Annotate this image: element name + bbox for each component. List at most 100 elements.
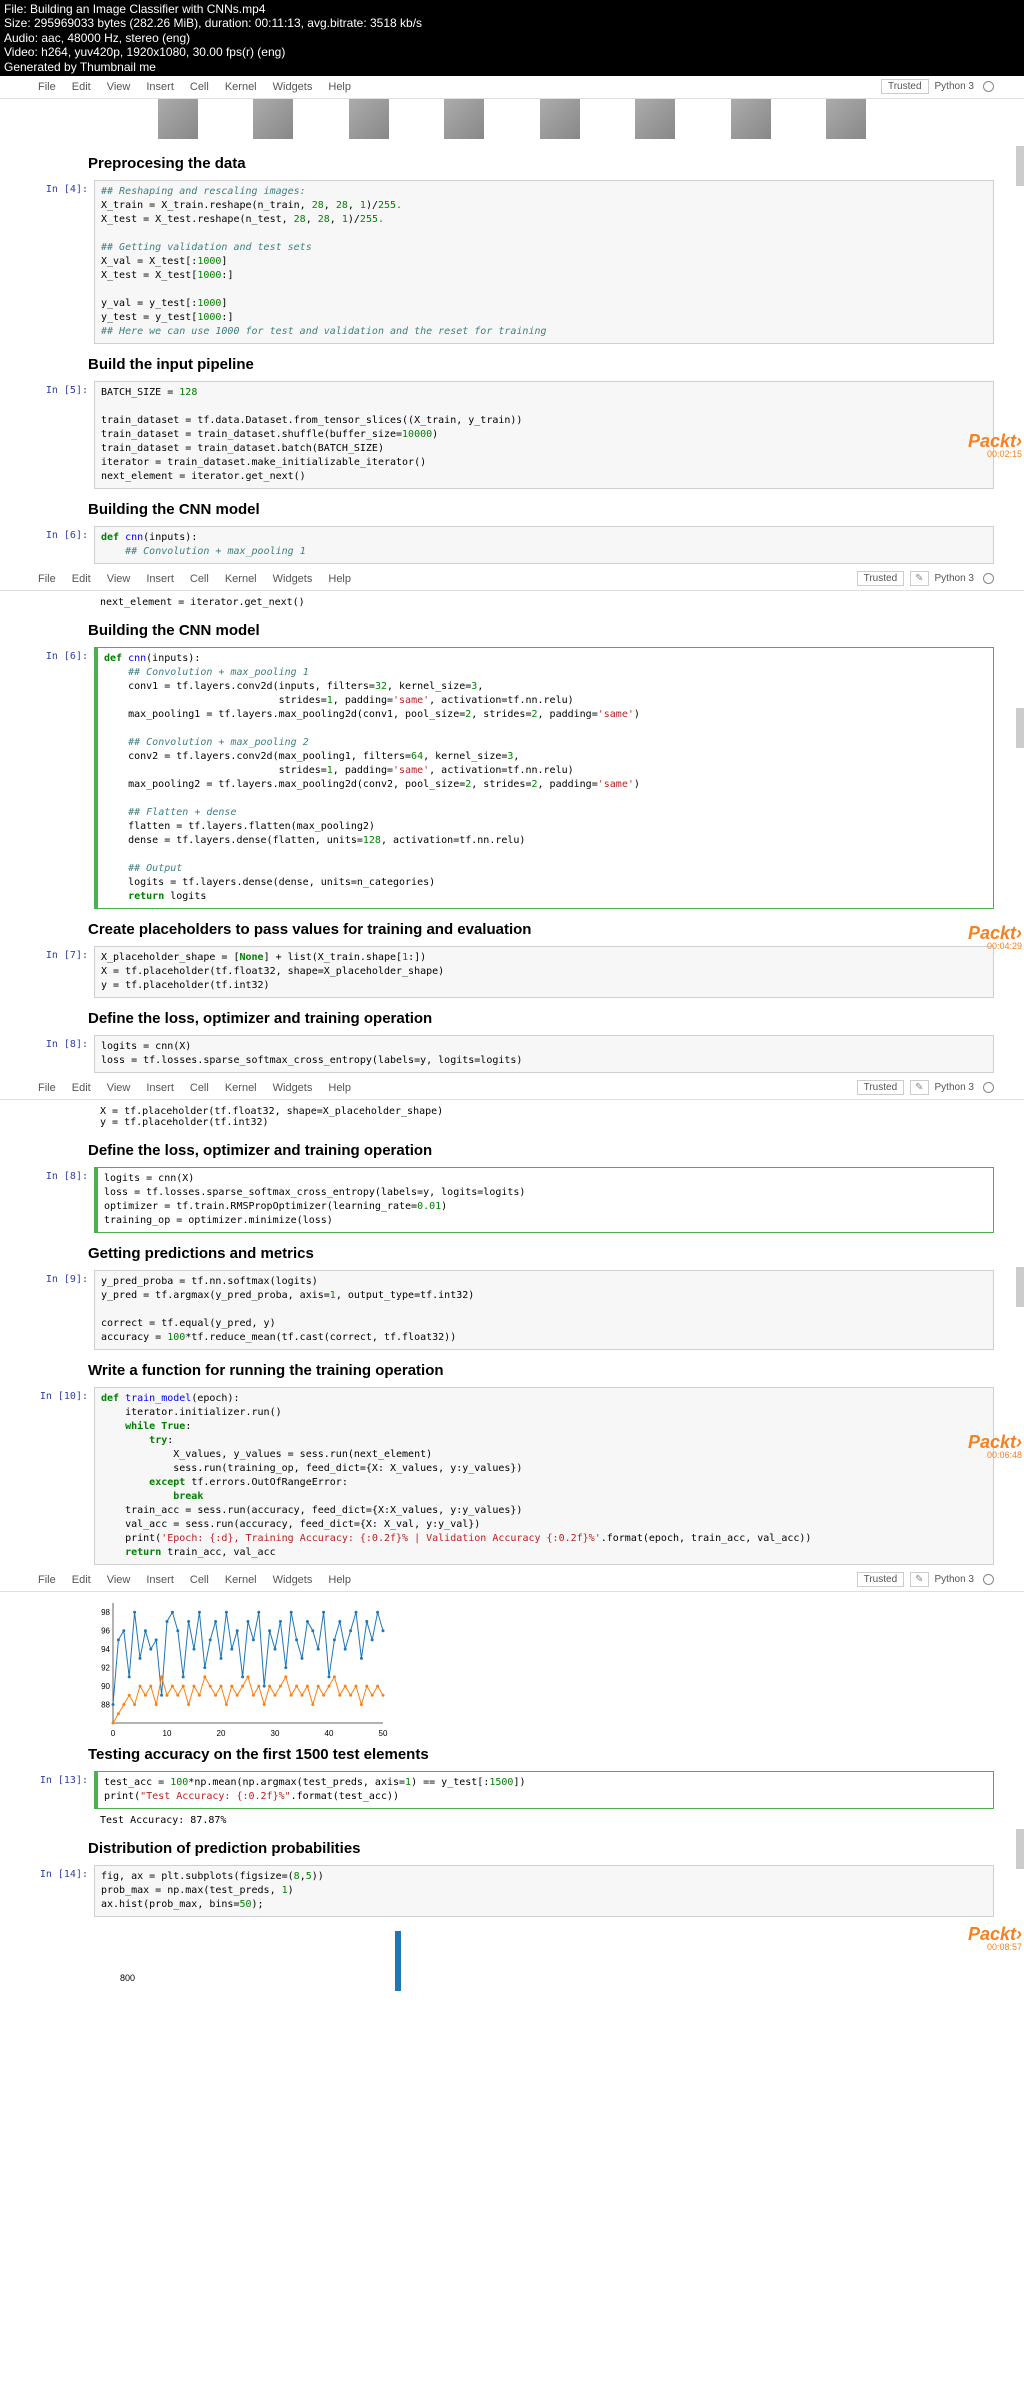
output-13: Test Accuracy: 87.87% xyxy=(94,1813,994,1828)
scrollbar-thumb[interactable] xyxy=(1016,1267,1024,1307)
menu-edit[interactable]: Edit xyxy=(64,1571,99,1589)
thumb-item xyxy=(826,99,866,139)
heading-pipeline: Build the input pipeline xyxy=(30,348,994,377)
menu-edit[interactable]: Edit xyxy=(64,570,99,588)
code-cell-6-partial[interactable]: def cnn(inputs): ## Convolution + max_po… xyxy=(94,526,994,564)
menu-widgets[interactable]: Widgets xyxy=(265,1571,321,1589)
trusted-badge[interactable]: Trusted xyxy=(881,79,929,94)
code-cell-8[interactable]: logits = cnn(X) loss = tf.losses.sparse_… xyxy=(94,1167,994,1233)
menu-view[interactable]: View xyxy=(99,78,139,96)
code-cell-13[interactable]: test_acc = 100*np.mean(np.argmax(test_pr… xyxy=(94,1771,994,1809)
menu-insert[interactable]: Insert xyxy=(138,1079,182,1097)
menu-file[interactable]: File xyxy=(30,1079,64,1097)
edit-icon[interactable]: ✎ xyxy=(910,571,928,586)
prompt-in4: In [4]: xyxy=(30,180,94,344)
prompt-in14: In [14]: xyxy=(30,1865,94,1917)
prompt-in9: In [9]: xyxy=(30,1270,94,1350)
timestamp-2: 00:04:29 xyxy=(987,941,1022,951)
kernel-indicator[interactable]: Python 3 xyxy=(935,1082,974,1093)
menu-widgets[interactable]: Widgets xyxy=(265,78,321,96)
menu-view[interactable]: View xyxy=(99,570,139,588)
menu-edit[interactable]: Edit xyxy=(64,1079,99,1097)
heading-placeholders: Create placeholders to pass values for t… xyxy=(30,913,994,942)
prompt-in10: In [10]: xyxy=(30,1387,94,1565)
scrollbar-thumb[interactable] xyxy=(1016,1829,1024,1869)
jupyter-menubar: File Edit View Insert Cell Kernel Widget… xyxy=(0,568,1024,591)
menu-insert[interactable]: Insert xyxy=(138,570,182,588)
svg-text:92: 92 xyxy=(101,1664,110,1673)
menu-view[interactable]: View xyxy=(99,1571,139,1589)
timestamp-4: 00:08:57 xyxy=(987,1942,1022,1952)
timestamp-1: 00:02:15 xyxy=(987,449,1022,459)
scrollbar-thumb[interactable] xyxy=(1016,146,1024,186)
heading-loss: Define the loss, optimizer and training … xyxy=(30,1134,994,1163)
code-tail: next_element = iterator.get_next() xyxy=(94,595,994,610)
kernel-indicator[interactable]: Python 3 xyxy=(935,1574,974,1585)
menu-cell[interactable]: Cell xyxy=(182,570,217,588)
menu-kernel[interactable]: Kernel xyxy=(217,1079,265,1097)
menu-file[interactable]: File xyxy=(30,1571,64,1589)
menu-insert[interactable]: Insert xyxy=(138,1571,182,1589)
svg-text:40: 40 xyxy=(325,1729,334,1738)
menu-edit[interactable]: Edit xyxy=(64,78,99,96)
hist-ytick: 800 xyxy=(120,1973,135,1983)
kernel-status-icon xyxy=(983,573,994,584)
scrollbar-thumb[interactable] xyxy=(1016,708,1024,748)
svg-text:0: 0 xyxy=(111,1729,116,1738)
meta-file: File: Building an Image Classifier with … xyxy=(4,2,1020,16)
code-tail-7: X = tf.placeholder(tf.float32, shape=X_p… xyxy=(94,1104,994,1130)
menu-help[interactable]: Help xyxy=(320,1571,359,1589)
code-cell-7[interactable]: X_placeholder_shape = [None] + list(X_tr… xyxy=(94,946,994,998)
svg-text:90: 90 xyxy=(101,1682,110,1691)
menu-insert[interactable]: Insert xyxy=(138,78,182,96)
edit-icon[interactable]: ✎ xyxy=(910,1572,928,1587)
menu-cell[interactable]: Cell xyxy=(182,1571,217,1589)
menu-kernel[interactable]: Kernel xyxy=(217,1571,265,1589)
thumb-item xyxy=(349,99,389,139)
menu-cell[interactable]: Cell xyxy=(182,1079,217,1097)
code-cell-6[interactable]: def cnn(inputs): ## Convolution + max_po… xyxy=(94,647,994,909)
heading-test-acc: Testing accuracy on the first 1500 test … xyxy=(30,1738,994,1767)
trusted-badge[interactable]: Trusted xyxy=(857,571,905,586)
menu-view[interactable]: View xyxy=(99,1079,139,1097)
menu-kernel[interactable]: Kernel xyxy=(217,78,265,96)
kernel-status-icon xyxy=(983,1082,994,1093)
kernel-indicator[interactable]: Python 3 xyxy=(935,573,974,584)
menu-cell[interactable]: Cell xyxy=(182,78,217,96)
menu-kernel[interactable]: Kernel xyxy=(217,570,265,588)
heading-cnn: Building the CNN model xyxy=(30,493,994,522)
thumb-item xyxy=(158,99,198,139)
menu-file[interactable]: File xyxy=(30,78,64,96)
prompt-in13: In [13]: xyxy=(30,1771,94,1809)
code-cell-8-partial[interactable]: logits = cnn(X) loss = tf.losses.sparse_… xyxy=(94,1035,994,1073)
meta-gen: Generated by Thumbnail me xyxy=(4,60,1020,74)
menu-help[interactable]: Help xyxy=(320,570,359,588)
code-cell-10[interactable]: def train_model(epoch): iterator.initial… xyxy=(94,1387,994,1565)
fashion-mnist-thumbs xyxy=(30,99,994,147)
code-cell-4[interactable]: ## Reshaping and rescaling images: X_tra… xyxy=(94,180,994,344)
trusted-badge[interactable]: Trusted xyxy=(857,1080,905,1095)
code-cell-14[interactable]: fig, ax = plt.subplots(figsize=(8,5)) pr… xyxy=(94,1865,994,1917)
svg-text:94: 94 xyxy=(101,1645,110,1654)
accuracy-plot: 88909294969801020304050 xyxy=(88,1592,994,1738)
code-cell-5[interactable]: BATCH_SIZE = 128 train_dataset = tf.data… xyxy=(94,381,994,489)
menu-widgets[interactable]: Widgets xyxy=(265,570,321,588)
svg-text:96: 96 xyxy=(101,1627,110,1636)
heading-loss: Define the loss, optimizer and training … xyxy=(30,1002,994,1031)
kernel-indicator[interactable]: Python 3 xyxy=(935,81,974,92)
code-cell-9[interactable]: y_pred_proba = tf.nn.softmax(logits) y_p… xyxy=(94,1270,994,1350)
menu-file[interactable]: File xyxy=(30,570,64,588)
trusted-badge[interactable]: Trusted xyxy=(857,1572,905,1587)
svg-text:20: 20 xyxy=(217,1729,226,1738)
meta-audio: Audio: aac, 48000 Hz, stereo (eng) xyxy=(4,31,1020,45)
menu-widgets[interactable]: Widgets xyxy=(265,1079,321,1097)
prompt-in8: In [8]: xyxy=(30,1167,94,1233)
line-chart-svg: 88909294969801020304050 xyxy=(88,1598,388,1738)
thumb-item xyxy=(540,99,580,139)
edit-icon[interactable]: ✎ xyxy=(910,1080,928,1095)
menu-help[interactable]: Help xyxy=(320,78,359,96)
menu-help[interactable]: Help xyxy=(320,1079,359,1097)
kernel-status-icon xyxy=(983,81,994,92)
svg-text:10: 10 xyxy=(163,1729,172,1738)
heading-train-fn: Write a function for running the trainin… xyxy=(30,1354,994,1383)
